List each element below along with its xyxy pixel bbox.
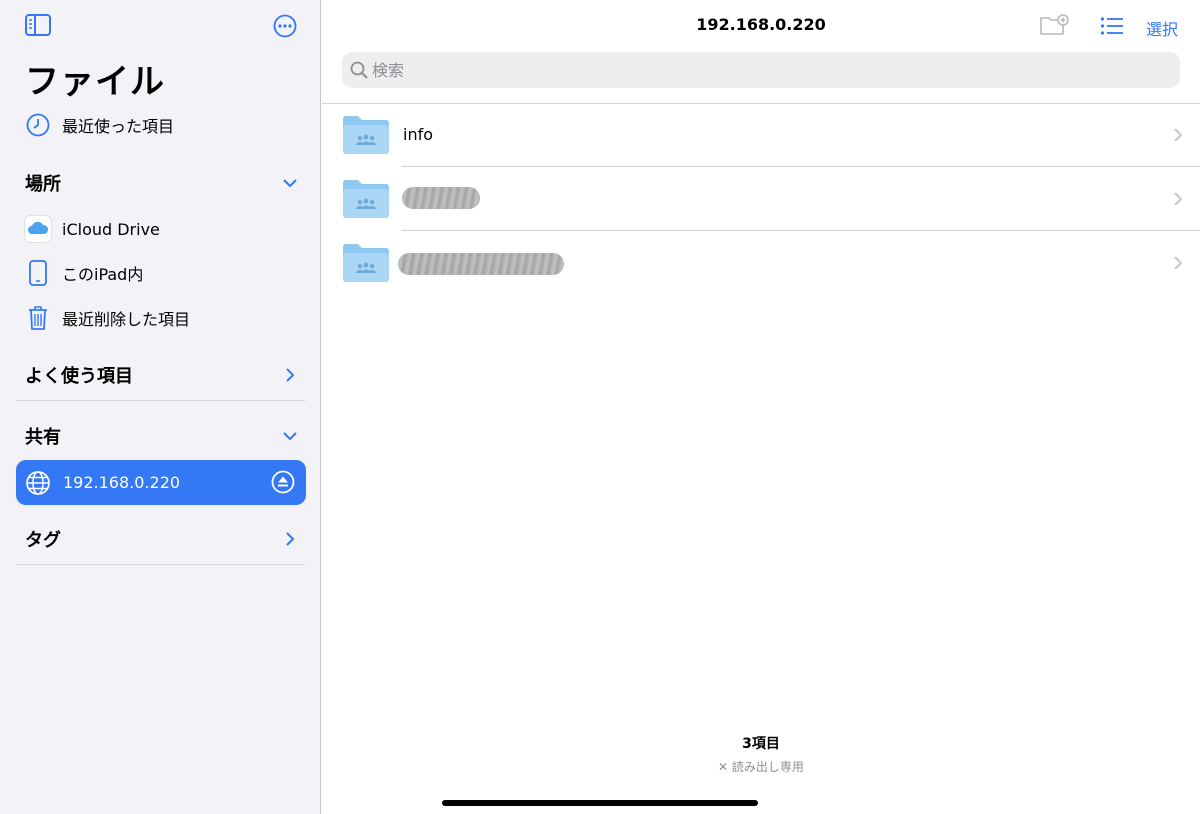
redacted-file-name — [402, 187, 480, 209]
readonly-status: ✕ 読み出し専用 — [322, 758, 1200, 775]
sidebar-item-label: 最近使った項目 — [62, 117, 175, 136]
clock-icon — [24, 111, 52, 139]
sidebar-item-recents[interactable]: 最近使った項目 — [16, 105, 306, 145]
search-input[interactable] — [372, 60, 1152, 80]
icloud-icon — [24, 215, 52, 243]
shared-folder-icon — [342, 115, 390, 155]
section-heading: タグ — [25, 530, 61, 551]
new-folder-icon[interactable] — [1039, 13, 1069, 37]
chevron-right-icon — [1172, 190, 1184, 208]
sidebar-item-server[interactable]: 192.168.0.220 — [16, 460, 306, 505]
divider — [16, 564, 305, 565]
section-favorites[interactable]: よく使う項目 — [16, 355, 306, 395]
search-icon — [350, 61, 368, 79]
section-shared[interactable]: 共有 — [16, 416, 306, 456]
chevron-right-icon — [1172, 126, 1184, 144]
pencil-slash-icon: ✕ — [718, 760, 732, 774]
ipad-icon — [24, 259, 52, 287]
sidebar-item-recently-deleted[interactable]: 最近削除した項目 — [16, 298, 306, 338]
sidebar-item-label: 192.168.0.220 — [63, 473, 181, 492]
more-options-icon[interactable] — [273, 14, 297, 38]
chevron-right-icon — [282, 367, 298, 383]
select-button[interactable]: 選択 — [1146, 16, 1178, 40]
file-name: info — [403, 125, 434, 144]
chevron-down-icon — [282, 428, 298, 444]
file-row[interactable] — [322, 167, 1200, 231]
shared-folder-icon — [342, 243, 390, 283]
divider — [16, 400, 305, 401]
sidebar-item-label: 最近削除した項目 — [62, 310, 191, 329]
sidebar-item-on-my-ipad[interactable]: このiPad内 — [16, 253, 306, 293]
sidebar-item-label: iCloud Drive — [62, 219, 160, 239]
sidebar-title: ファイル — [25, 62, 165, 102]
list-view-icon[interactable] — [1100, 16, 1124, 36]
section-tags[interactable]: タグ — [16, 519, 306, 559]
sidebar-toggle-icon[interactable] — [25, 14, 51, 36]
sidebar-item-icloud-drive[interactable]: iCloud Drive — [16, 209, 306, 249]
redacted-file-name — [398, 253, 564, 275]
globe-icon — [25, 470, 51, 496]
readonly-label: 読み出し専用 — [731, 760, 804, 774]
home-indicator — [442, 800, 758, 806]
eject-icon[interactable] — [271, 470, 295, 494]
search-bar[interactable] — [342, 52, 1180, 88]
chevron-down-icon — [282, 175, 298, 191]
chevron-right-icon — [282, 531, 298, 547]
main-content: 192.168.0.220 選択 info — [322, 0, 1200, 814]
sidebar-item-label: このiPad内 — [62, 265, 144, 284]
section-heading: よく使う項目 — [25, 366, 133, 387]
item-count: 3項目 — [742, 736, 780, 752]
chevron-right-icon — [1172, 254, 1184, 272]
sidebar: ファイル 最近使った項目 場所 iCloud Drive このiPad内 最近削… — [0, 0, 321, 814]
trash-icon — [24, 304, 52, 332]
shared-folder-icon — [342, 179, 390, 219]
file-row[interactable]: info — [322, 103, 1200, 167]
section-locations[interactable]: 場所 — [16, 163, 306, 203]
section-heading: 場所 — [25, 174, 61, 195]
file-row[interactable] — [322, 231, 1200, 295]
section-heading: 共有 — [25, 427, 61, 448]
